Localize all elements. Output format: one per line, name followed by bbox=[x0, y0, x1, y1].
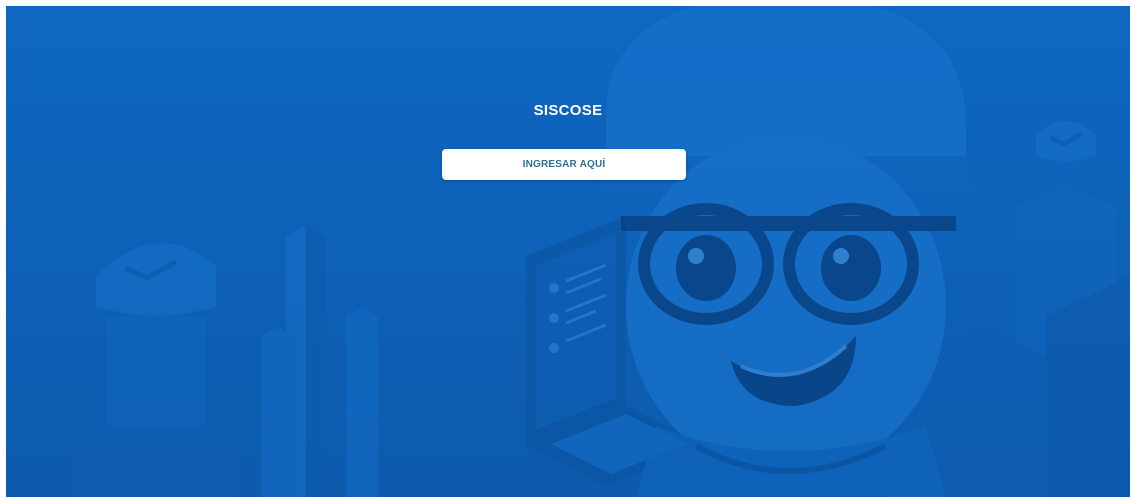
app-title: SISCOSE bbox=[533, 102, 603, 119]
login-button[interactable]: INGRESAR AQUÍ bbox=[442, 149, 686, 180]
background-illustration bbox=[6, 6, 1130, 497]
login-screen: SISCOSE INGRESAR AQUÍ bbox=[6, 6, 1130, 497]
